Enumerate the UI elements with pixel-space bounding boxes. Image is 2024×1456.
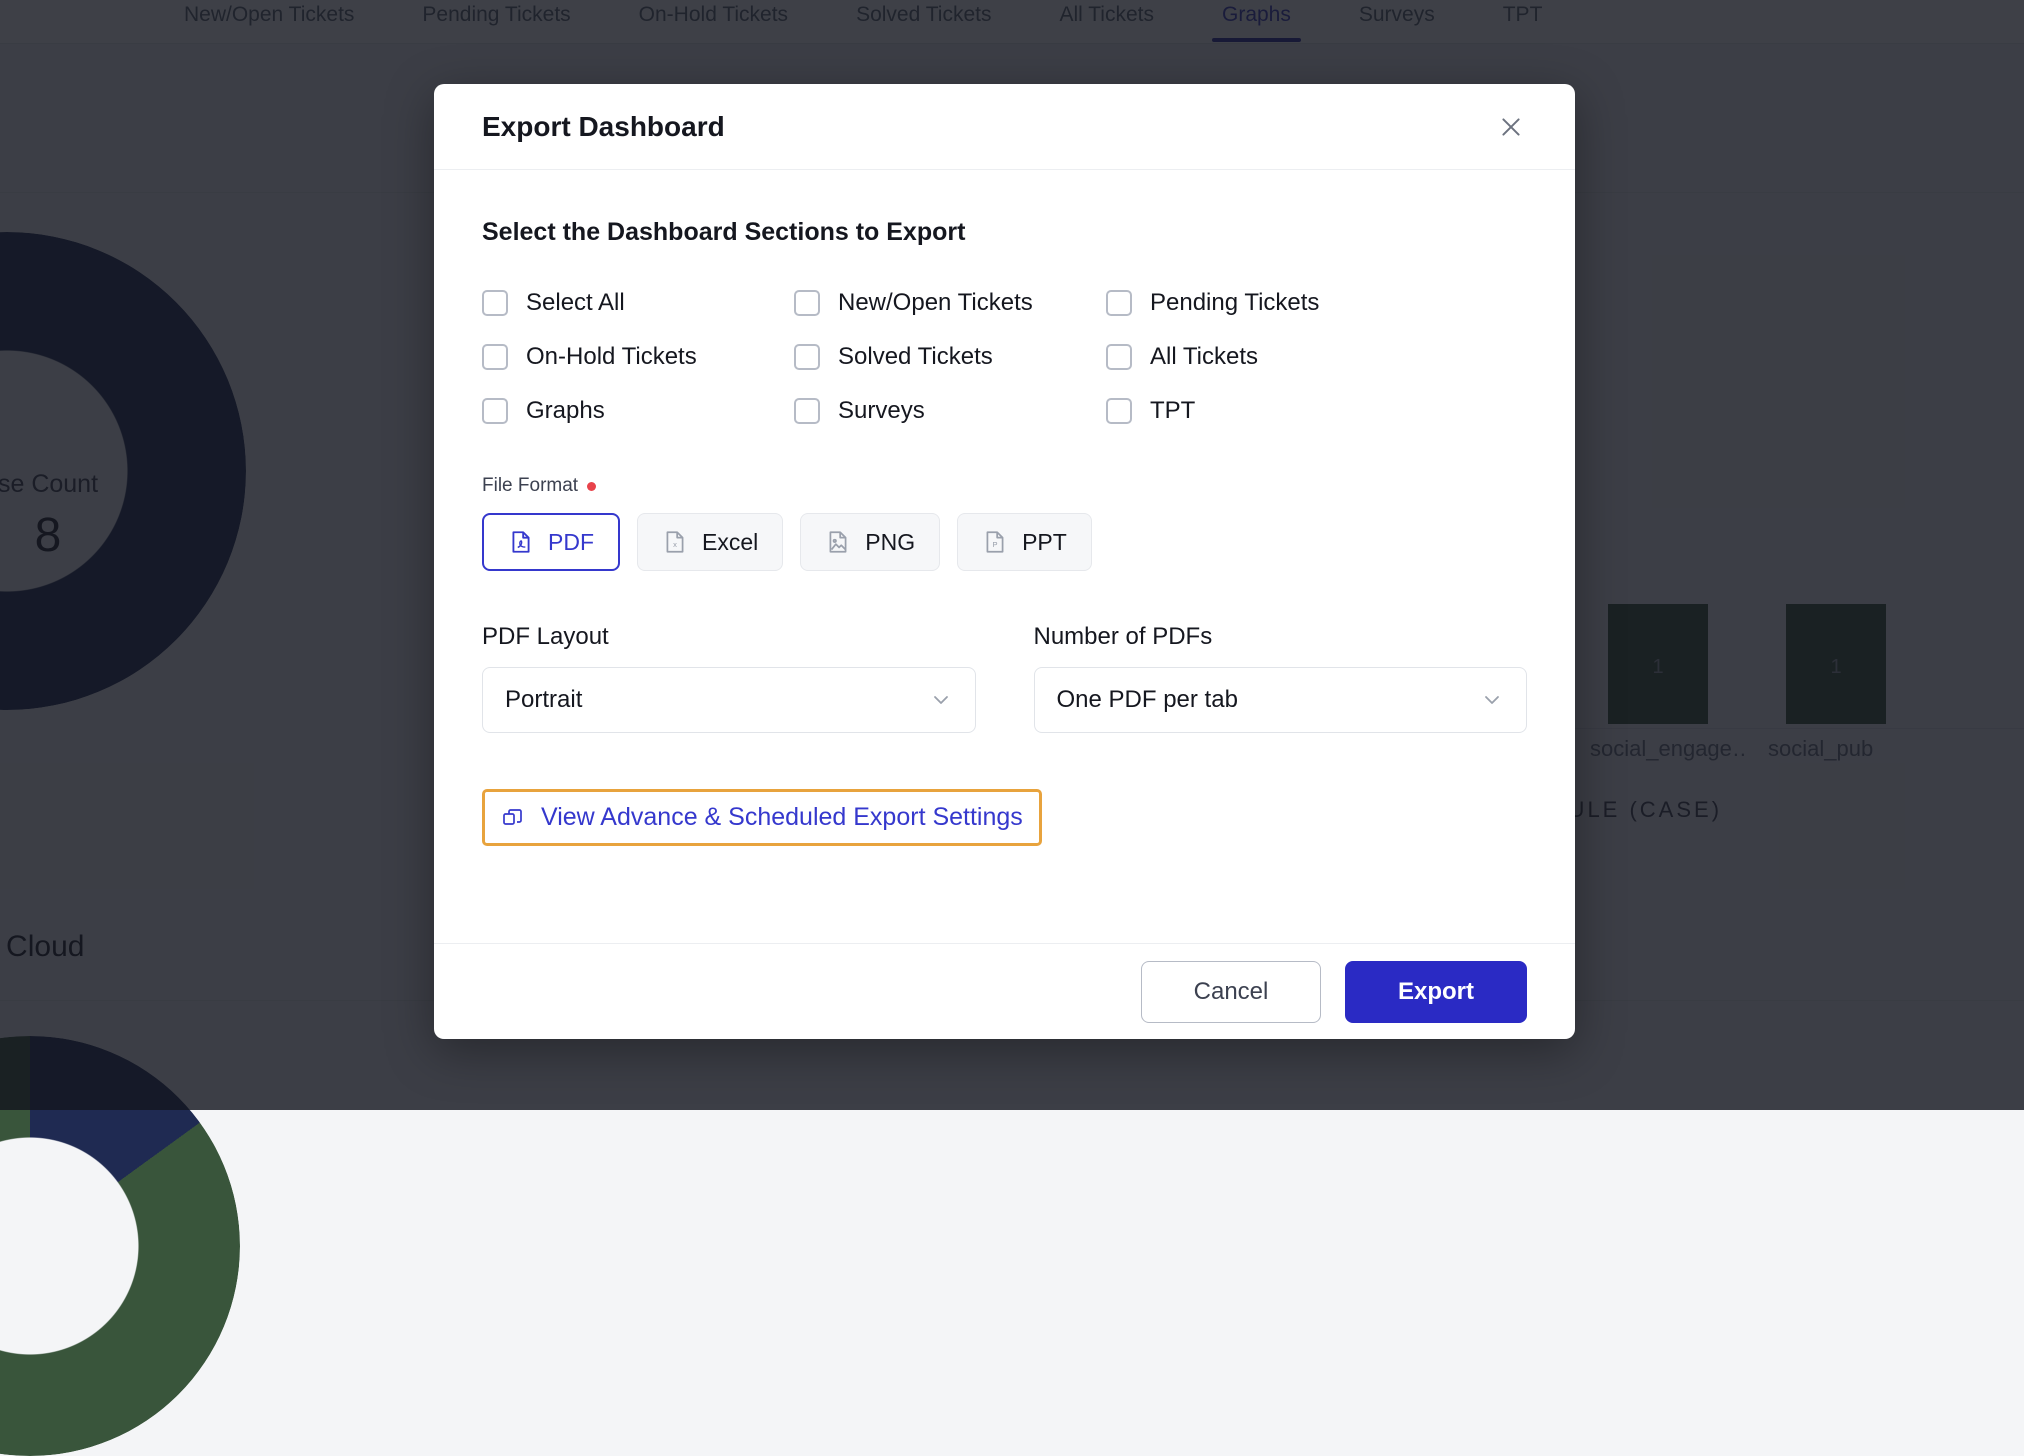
checkbox-new-open-tickets[interactable]: New/Open Tickets — [794, 289, 1106, 317]
checkbox-box-icon[interactable] — [482, 344, 508, 370]
layout-settings-row: PDF Layout Portrait Number of PDFs One P… — [482, 623, 1527, 733]
required-indicator-icon — [587, 482, 596, 491]
format-option-pdf[interactable]: PDF — [482, 513, 620, 571]
image-file-icon — [825, 529, 851, 555]
checkbox-label: Solved Tickets — [838, 343, 993, 371]
checkbox-solved-tickets[interactable]: Solved Tickets — [794, 343, 1106, 371]
format-option-ppt[interactable]: P PPT — [957, 513, 1092, 571]
dialog-title: Export Dashboard — [482, 111, 1489, 143]
svg-text:x: x — [673, 540, 677, 549]
dialog-footer: Cancel Export — [434, 943, 1575, 1039]
checkbox-on-hold-tickets[interactable]: On-Hold Tickets — [482, 343, 794, 371]
checkbox-box-icon[interactable] — [1106, 344, 1132, 370]
file-format-label-row: File Format — [482, 475, 1527, 497]
checkbox-tpt[interactable]: TPT — [1106, 397, 1527, 425]
checkbox-box-icon[interactable] — [794, 344, 820, 370]
checkbox-box-icon[interactable] — [482, 398, 508, 424]
dialog-header: Export Dashboard — [434, 84, 1575, 170]
pdf-file-icon — [508, 529, 534, 555]
close-icon[interactable] — [1489, 105, 1533, 149]
format-option-label: PNG — [865, 529, 915, 556]
checkbox-label: All Tickets — [1150, 343, 1258, 371]
checkbox-box-icon[interactable] — [1106, 398, 1132, 424]
number-of-pdfs-group: Number of PDFs One PDF per tab — [1034, 623, 1528, 733]
checkbox-label: On-Hold Tickets — [526, 343, 697, 371]
section-heading: Select the Dashboard Sections to Export — [482, 218, 1527, 247]
format-option-png[interactable]: PNG — [800, 513, 940, 571]
checkbox-label: Select All — [526, 289, 625, 317]
pdf-layout-group: PDF Layout Portrait — [482, 623, 976, 733]
checkbox-surveys[interactable]: Surveys — [794, 397, 1106, 425]
number-of-pdfs-value: One PDF per tab — [1057, 686, 1481, 714]
checkbox-box-icon[interactable] — [482, 290, 508, 316]
dashboard-sections-checkbox-grid: Select All New/Open Tickets Pending Tick… — [482, 289, 1527, 425]
export-dashboard-dialog: Export Dashboard Select the Dashboard Se… — [434, 84, 1575, 1039]
checkbox-label: Pending Tickets — [1150, 289, 1319, 317]
number-of-pdfs-label: Number of PDFs — [1034, 623, 1528, 651]
pdf-layout-select[interactable]: Portrait — [482, 667, 976, 733]
checkbox-box-icon[interactable] — [794, 398, 820, 424]
advance-settings-link-label: View Advance & Scheduled Export Settings — [541, 803, 1023, 832]
format-option-excel[interactable]: x Excel — [637, 513, 783, 571]
checkbox-label: New/Open Tickets — [838, 289, 1033, 317]
file-format-label: File Format — [482, 475, 578, 497]
cancel-button[interactable]: Cancel — [1141, 961, 1321, 1023]
checkbox-all-tickets[interactable]: All Tickets — [1106, 343, 1527, 371]
checkbox-pending-tickets[interactable]: Pending Tickets — [1106, 289, 1527, 317]
format-option-label: PDF — [548, 529, 594, 556]
format-option-label: PPT — [1022, 529, 1067, 556]
checkbox-box-icon[interactable] — [794, 290, 820, 316]
pdf-layout-value: Portrait — [505, 686, 929, 714]
chevron-down-icon[interactable] — [1480, 688, 1504, 712]
format-option-label: Excel — [702, 529, 758, 556]
checkbox-select-all[interactable]: Select All — [482, 289, 794, 317]
number-of-pdfs-select[interactable]: One PDF per tab — [1034, 667, 1528, 733]
pdf-layout-label: PDF Layout — [482, 623, 976, 651]
external-window-icon — [501, 806, 525, 830]
checkbox-label: Surveys — [838, 397, 925, 425]
file-format-options: PDF x Excel PNG — [482, 513, 1527, 571]
excel-file-icon: x — [662, 529, 688, 555]
chevron-down-icon[interactable] — [929, 688, 953, 712]
export-button[interactable]: Export — [1345, 961, 1527, 1023]
ppt-file-icon: P — [982, 529, 1008, 555]
svg-text:P: P — [993, 540, 998, 549]
checkbox-graphs[interactable]: Graphs — [482, 397, 794, 425]
checkbox-label: Graphs — [526, 397, 605, 425]
view-advance-scheduled-export-settings-link[interactable]: View Advance & Scheduled Export Settings — [482, 789, 1042, 846]
dialog-body: Select the Dashboard Sections to Export … — [434, 170, 1575, 943]
checkbox-box-icon[interactable] — [1106, 290, 1132, 316]
checkbox-label: TPT — [1150, 397, 1195, 425]
